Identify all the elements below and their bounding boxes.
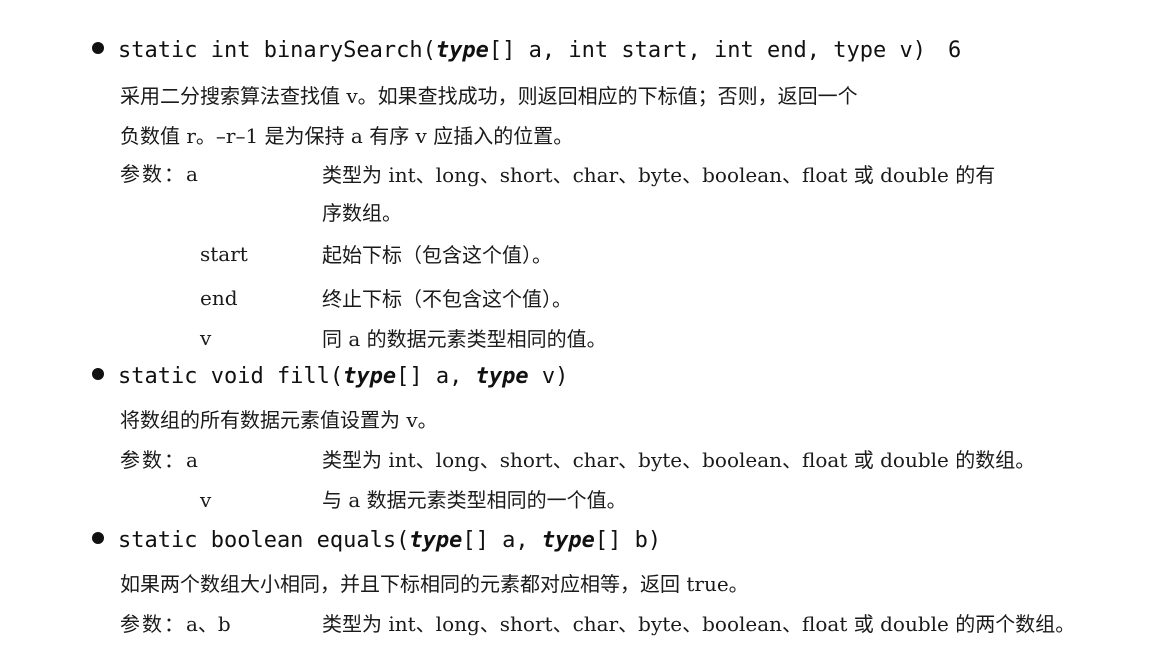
param-label: 参数：a (120, 448, 198, 472)
method-signature: static int binarySearch(type[] a, int st… (92, 36, 961, 66)
param-description: 终止下标（不包含这个值）。 (322, 287, 572, 311)
signature-text: [] a, int start, int end, type v) (488, 38, 926, 63)
signature-text: [] b) (594, 528, 662, 553)
param-name: a (186, 162, 198, 186)
signature-text: static int binarySearch( (118, 38, 436, 63)
signature-type-placeholder: type (475, 364, 529, 389)
param-name: v (200, 488, 212, 512)
signature-text: [] a, (462, 528, 542, 553)
method-description: 采用二分搜索算法查找值 v。如果查找成功，则返回相应的下标值；否则，返回一个 (120, 84, 858, 108)
param-description: 序数组。 (322, 201, 402, 225)
signature-type-placeholder: type (343, 364, 397, 389)
method-signature: static boolean equals(type[] a, type[] b… (92, 526, 661, 556)
method-description: 如果两个数组大小相同，并且下标相同的元素都对应相等，返回 true。 (120, 572, 749, 596)
param-description: 类型为 int、long、short、char、byte、boolean、flo… (322, 612, 1076, 636)
param-label: 参数：a、b (120, 612, 231, 636)
signature-text: v) (528, 364, 569, 389)
signature-text: [] a, (396, 364, 476, 389)
param-description: 起始下标（包含这个值）。 (322, 243, 552, 267)
document-page: static int binarySearch(type[] a, int st… (0, 0, 1160, 659)
signature-text: static boolean equals( (118, 528, 410, 553)
param-label: 参数：a (120, 162, 198, 186)
param-description: 类型为 int、long、short、char、byte、boolean、flo… (322, 163, 996, 187)
footnote-ref: 6 (947, 38, 962, 63)
param-name: end (200, 286, 238, 310)
bullet-icon (92, 368, 104, 380)
param-name: a、b (186, 612, 231, 636)
signature-type-placeholder: type (541, 528, 595, 553)
param-name: v (200, 326, 212, 350)
signature-text: static void fill( (118, 364, 344, 389)
bullet-icon (92, 42, 104, 54)
param-description: 同 a 的数据元素类型相同的值。 (322, 327, 607, 351)
method-signature: static void fill(type[] a, type v) (92, 362, 568, 392)
param-description: 与 a 数据元素类型相同的一个值。 (322, 488, 627, 512)
param-description: 类型为 int、long、short、char、byte、boolean、flo… (322, 448, 1036, 472)
bullet-icon (92, 532, 104, 544)
signature-type-placeholder: type (409, 528, 463, 553)
param-name: start (200, 242, 248, 266)
method-description: 负数值 r。–r–1 是为保持 a 有序 v 应插入的位置。 (120, 124, 574, 148)
method-description: 将数组的所有数据元素值设置为 v。 (120, 408, 438, 432)
signature-type-placeholder: type (435, 38, 489, 63)
param-name: a (186, 448, 198, 472)
